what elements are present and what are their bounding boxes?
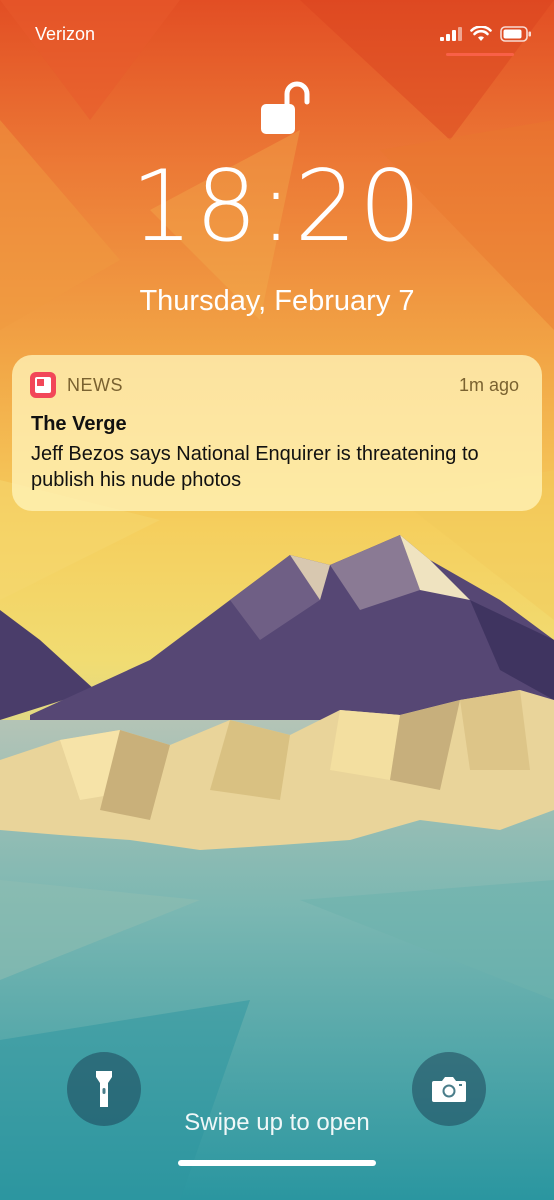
status-icons: [440, 26, 532, 42]
news-app-icon: [30, 372, 56, 398]
notification-body: Jeff Bezos says National Enquirer is thr…: [31, 443, 479, 491]
notification-title: The Verge: [31, 413, 127, 435]
home-indicator[interactable]: [178, 1160, 376, 1166]
battery-icon: [500, 26, 531, 42]
notification-time: 1m ago: [458, 375, 519, 395]
wifi-icon: [470, 26, 492, 41]
date-label: Thursday, February 7: [139, 285, 415, 317]
status-bar: Verizon: [0, 0, 554, 70]
flashlight-icon: [96, 1071, 112, 1107]
notification-app-name: NEWS: [67, 375, 123, 395]
control-center-indicator[interactable]: [446, 53, 514, 56]
camera-icon: [432, 1077, 466, 1102]
carrier-label: Verizon: [35, 24, 96, 44]
clock-time: 18:20: [130, 150, 424, 264]
swipe-up-hint: Swipe up to open: [184, 1109, 370, 1136]
cellular-signal-icon: [440, 27, 462, 41]
news-notification[interactable]: NEWS 1m ago The Verge Jeff Bezos says Na…: [12, 355, 542, 511]
unlocked-padlock-icon: [261, 81, 310, 134]
